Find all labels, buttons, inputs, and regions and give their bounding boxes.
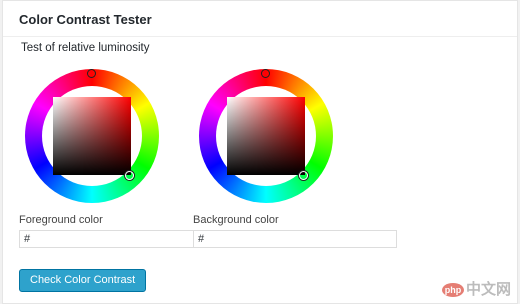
watermark: php 中文网: [441, 278, 511, 299]
panel-subtitle: Test of relative luminosity: [21, 42, 150, 54]
foreground-shade-square[interactable]: [53, 97, 131, 175]
watermark-logo: php: [441, 283, 464, 298]
check-color-contrast-button[interactable]: Check Color Contrast: [19, 269, 147, 292]
watermark-text: 中文网: [465, 281, 511, 298]
foreground-color-label: Foreground color: [19, 214, 103, 226]
background-shade-handle[interactable]: [299, 171, 308, 180]
background-hue-handle[interactable]: [261, 69, 270, 78]
background-shade-square[interactable]: [227, 97, 305, 175]
color-contrast-tester-panel: Color Contrast Tester Test of relative l…: [2, 0, 518, 304]
foreground-hue-handle[interactable]: [87, 69, 96, 78]
divider: [3, 36, 517, 37]
panel-title: Color Contrast Tester: [19, 12, 152, 27]
foreground-shade-handle[interactable]: [125, 171, 134, 180]
foreground-color-field[interactable]: [19, 230, 195, 248]
background-color-field[interactable]: [193, 230, 397, 248]
background-color-label: Background color: [193, 214, 279, 226]
